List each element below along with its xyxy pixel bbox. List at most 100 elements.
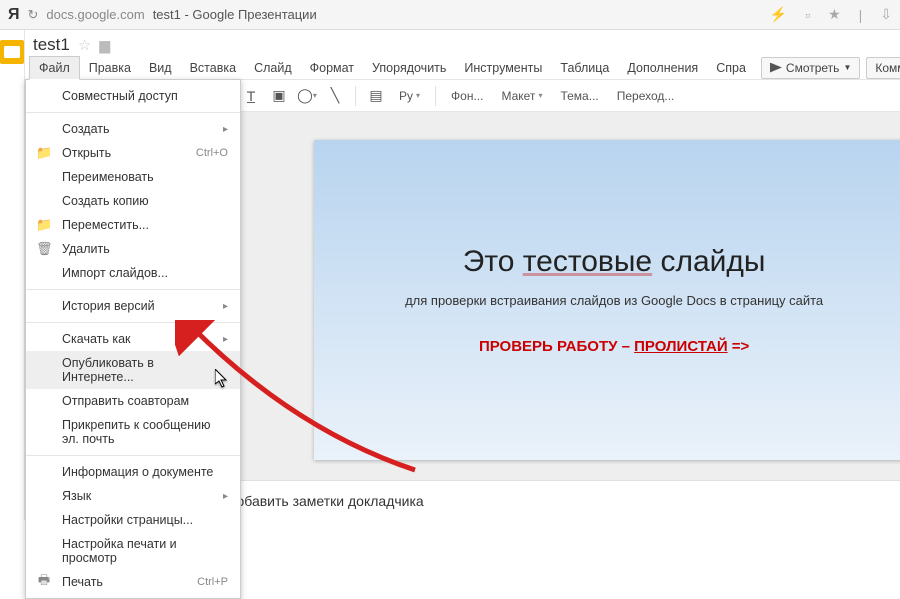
app-left-strip [0, 30, 25, 520]
menu-arrange[interactable]: Упорядочить [363, 57, 455, 79]
menu-file[interactable]: Файл [29, 56, 80, 80]
chevron-right-icon: ▸ [223, 491, 228, 502]
menu-item-docinfo[interactable]: Информация о документе [26, 460, 240, 484]
speaker-notes[interactable]: чтобы добавить заметки докладчика [165, 480, 900, 520]
canvas-area: Это тестовые слайды для проверки встраив… [165, 112, 900, 520]
title-bar: test1 ☆ ▆ erokhova.mob@gmail.com ▼ [25, 30, 900, 56]
bolt-icon[interactable]: ⚡ [770, 6, 787, 23]
menu-insert[interactable]: Вставка [181, 57, 245, 79]
slide-canvas[interactable]: Это тестовые слайды для проверки встраив… [314, 140, 900, 460]
menu-item-label: Язык [62, 489, 91, 503]
browser-bar: Я ↻ docs.google.com test1 - Google Презе… [0, 0, 900, 30]
menu-item-delete[interactable]: 🗑 Удалить [26, 237, 240, 261]
menu-item-label: Создать [62, 122, 110, 136]
folder-icon[interactable]: ▆ [99, 37, 110, 54]
menu-item-history[interactable]: История версий ▸ [26, 294, 240, 318]
menu-item-rename[interactable]: Переименовать [26, 165, 240, 189]
menu-item-new[interactable]: Создать ▸ [26, 117, 240, 141]
menu-slide[interactable]: Слайд [245, 57, 301, 79]
chevron-right-icon: ▸ [223, 301, 228, 312]
menu-table[interactable]: Таблица [551, 57, 618, 79]
menu-view[interactable]: Вид [140, 57, 181, 79]
menu-separator [26, 322, 240, 323]
menu-item-label: Переместить... [62, 218, 149, 232]
menu-item-label: Открыть [62, 146, 111, 160]
menu-item-share[interactable]: Совместный доступ [26, 84, 240, 108]
comment-icon[interactable]: ▤ [365, 85, 387, 107]
separator: | [859, 7, 863, 23]
menu-edit[interactable]: Правка [80, 57, 140, 79]
menu-item-copy[interactable]: Создать копию [26, 189, 240, 213]
present-button[interactable]: Смотреть ▼ [761, 57, 860, 79]
menu-item-label: Опубликовать в Интернете... [62, 356, 228, 384]
theme-button[interactable]: Тема... [554, 89, 604, 103]
menu-item-label: Настройки страницы... [62, 513, 193, 527]
chevron-right-icon: ▸ [223, 124, 228, 135]
chevron-right-icon: ▸ [223, 334, 228, 345]
folder-icon: 📁 [36, 217, 52, 233]
menu-item-label: Импорт слайдов... [62, 266, 168, 280]
print-icon: 🖶 [36, 571, 52, 593]
menu-item-label: История версий [62, 299, 155, 313]
star-icon[interactable]: ☆ [78, 36, 91, 54]
image-icon[interactable]: ▣ [268, 85, 290, 107]
menu-item-publish[interactable]: Опубликовать в Интернете... [26, 351, 240, 389]
menu-item-email-collab[interactable]: Отправить соавторам [26, 389, 240, 413]
menu-item-open[interactable]: 📁 Открыть Ctrl+O [26, 141, 240, 165]
page-title-tab: test1 - Google Презентации [153, 7, 317, 22]
doc-title[interactable]: test1 [33, 35, 70, 55]
menu-item-label: Скачать как [62, 332, 131, 346]
menu-help[interactable]: Спра [707, 57, 755, 79]
menu-item-pagesetup[interactable]: Настройки страницы... [26, 508, 240, 532]
menu-item-label: Удалить [62, 242, 110, 256]
menu-item-label: Информация о документе [62, 465, 213, 479]
url-host[interactable]: docs.google.com [46, 7, 144, 22]
menu-item-print[interactable]: 🖶 Печать Ctrl+P [26, 570, 240, 594]
browser-logo: Я [8, 6, 20, 24]
layout-button[interactable]: Макет▾ [495, 89, 548, 103]
menu-item-lang[interactable]: Язык ▸ [26, 484, 240, 508]
menu-separator [26, 455, 240, 456]
slide-subtitle[interactable]: для проверки встраивания слайдов из Goog… [405, 293, 823, 308]
menu-item-attach[interactable]: Прикрепить к сообщению эл. почть [26, 413, 240, 451]
menu-item-download[interactable]: Скачать как ▸ [26, 327, 240, 351]
slides-logo-icon[interactable] [0, 40, 24, 64]
menu-item-label: Прикрепить к сообщению эл. почть [62, 418, 228, 446]
background-button[interactable]: Фон... [445, 89, 489, 103]
line-icon[interactable]: ╲ [324, 85, 346, 107]
menu-shortcut: Ctrl+P [197, 576, 228, 588]
comments-button[interactable]: Комментарии [866, 57, 900, 79]
download-icon[interactable]: ⇩ [880, 6, 892, 23]
menu-format[interactable]: Формат [301, 57, 363, 79]
folder-icon: 📁 [36, 145, 52, 161]
menu-item-label: Печать [62, 575, 103, 589]
shape-icon[interactable]: ◯▾ [296, 85, 318, 107]
menu-separator [26, 112, 240, 113]
menu-shortcut: Ctrl+O [196, 147, 228, 159]
menu-separator [26, 289, 240, 290]
present-label: Смотреть [786, 61, 840, 75]
menu-tools[interactable]: Инструменты [455, 57, 551, 79]
play-icon [770, 63, 782, 73]
bookmark-star-icon[interactable]: ★ [828, 6, 841, 23]
caret-down-icon: ▼ [843, 63, 851, 72]
trash-icon: 🗑 [36, 241, 52, 257]
menu-bar: Файл Правка Вид Вставка Слайд Формат Упо… [25, 56, 900, 80]
menu-addons[interactable]: Дополнения [618, 57, 707, 79]
transition-button[interactable]: Переход... [611, 89, 681, 103]
menu-item-label: Отправить соавторам [62, 394, 189, 408]
menu-item-label: Совместный доступ [62, 89, 178, 103]
menu-item-move[interactable]: 📁 Переместить... [26, 213, 240, 237]
zoom-text[interactable]: Ру▾ [393, 89, 426, 103]
file-menu-dropdown: Совместный доступ Создать ▸ 📁 Открыть Ctrl+O П… [25, 79, 241, 599]
menu-item-label: Переименовать [62, 170, 154, 184]
textbox-icon[interactable]: T̲ [240, 85, 262, 107]
slide-title[interactable]: Это тестовые слайды [463, 245, 766, 279]
lock-icon[interactable]: ▫ [805, 7, 810, 23]
menu-item-printsetup[interactable]: Настройка печати и просмотр [26, 532, 240, 570]
reload-icon[interactable]: ↻ [28, 7, 39, 23]
menu-item-import[interactable]: Импорт слайдов... [26, 261, 240, 285]
menu-item-label: Создать копию [62, 194, 149, 208]
slide-action-text[interactable]: ПРОВЕРЬ РАБОТУ – ПРОЛИСТАЙ => [479, 338, 749, 355]
menu-item-label: Настройка печати и просмотр [62, 537, 228, 565]
